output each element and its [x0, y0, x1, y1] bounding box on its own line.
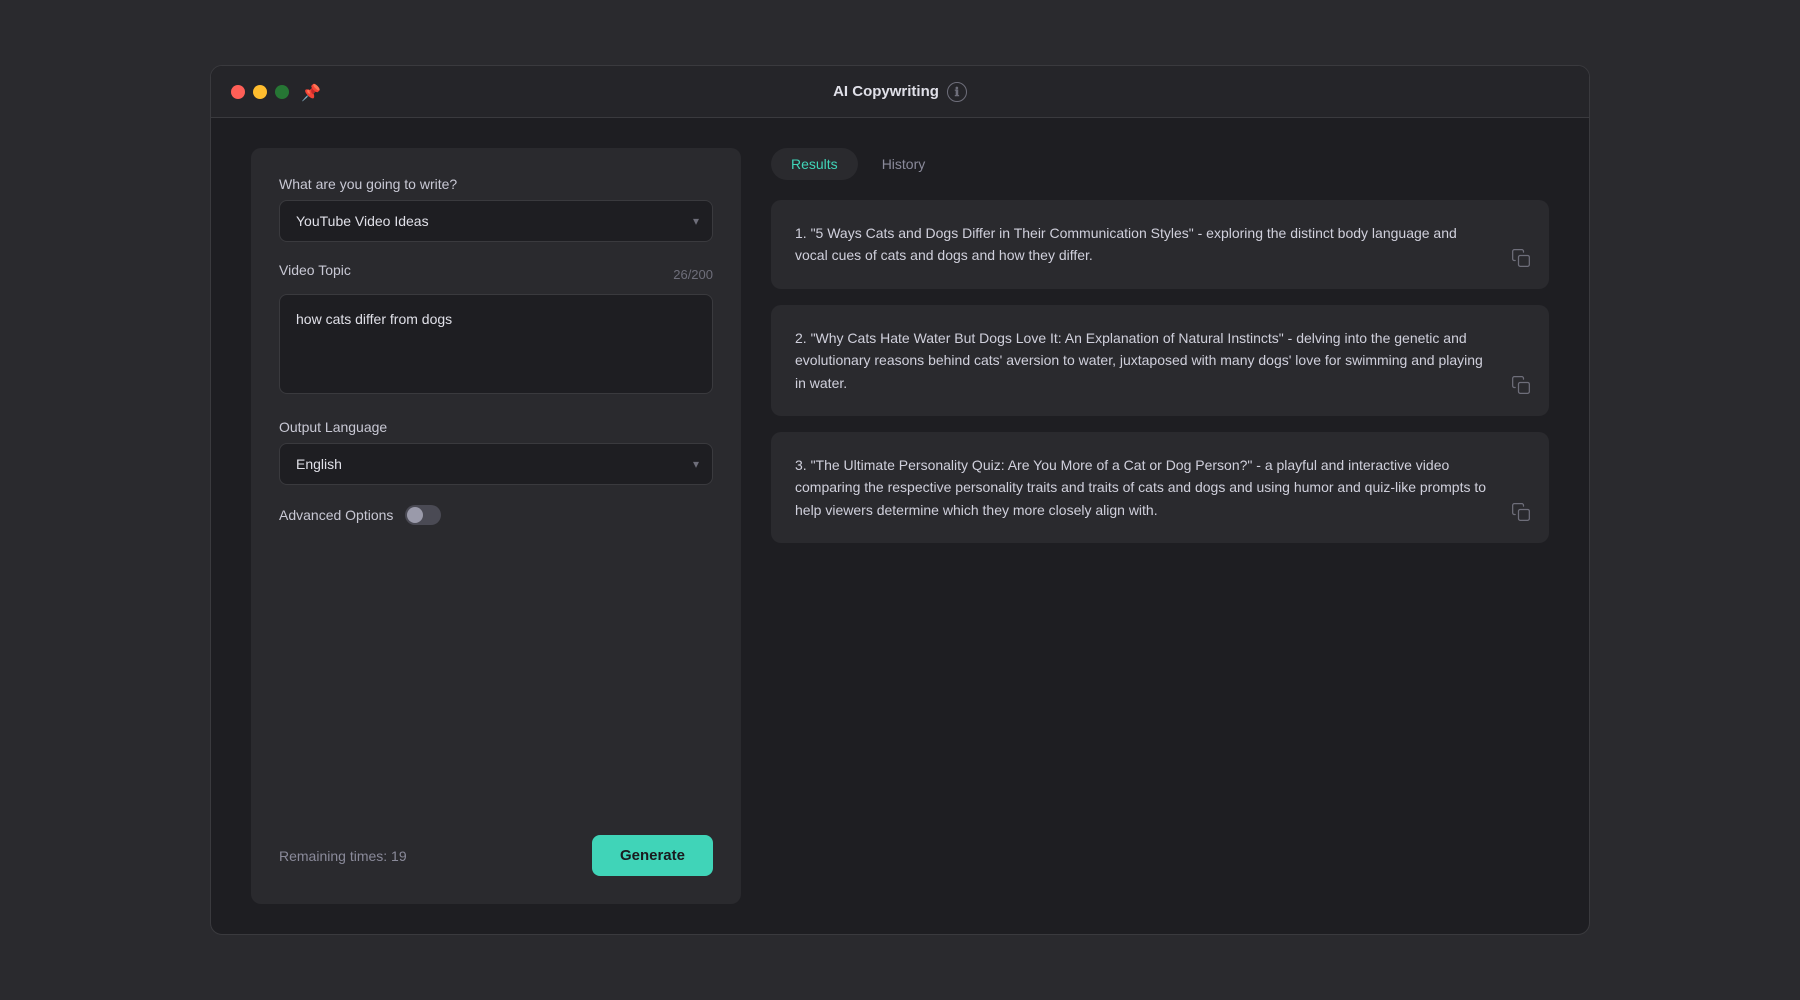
app-title: AI Copywriting [833, 83, 939, 100]
info-icon[interactable]: ℹ [947, 82, 967, 102]
window-controls: 📌 [231, 83, 319, 101]
right-panel: Results History 1. "5 Ways Cats and Dogs… [771, 148, 1549, 904]
toggle-thumb [407, 507, 423, 523]
char-count: 26/200 [673, 267, 713, 282]
copy-icon-3[interactable] [1511, 502, 1531, 527]
tab-results[interactable]: Results [771, 148, 858, 180]
output-language-dropdown-wrapper: English Spanish French German Chinese ▾ [279, 443, 713, 485]
video-topic-header: Video Topic 26/200 [279, 262, 713, 286]
result-card-2: 2. "Why Cats Hate Water But Dogs Love It… [771, 305, 1549, 416]
app-window: 📌 AI Copywriting ℹ What are you going to… [210, 65, 1590, 935]
copy-icon-2[interactable] [1511, 375, 1531, 400]
write-type-section: What are you going to write? YouTube Vid… [279, 176, 713, 242]
result-card-1: 1. "5 Ways Cats and Dogs Differ in Their… [771, 200, 1549, 289]
write-type-dropdown[interactable]: YouTube Video Ideas Blog Post Product De… [279, 200, 713, 242]
result-text-2: 2. "Why Cats Hate Water But Dogs Love It… [795, 327, 1525, 394]
left-panel: What are you going to write? YouTube Vid… [251, 148, 741, 904]
titlebar: 📌 AI Copywriting ℹ [211, 66, 1589, 118]
result-text-1: 1. "5 Ways Cats and Dogs Differ in Their… [795, 222, 1525, 267]
output-language-section: Output Language English Spanish French G… [279, 419, 713, 485]
write-type-dropdown-wrapper: YouTube Video Ideas Blog Post Product De… [279, 200, 713, 242]
advanced-options-label: Advanced Options [279, 507, 393, 523]
tab-history[interactable]: History [862, 148, 946, 180]
video-topic-input[interactable] [279, 294, 713, 394]
titlebar-title: AI Copywriting ℹ [833, 82, 967, 102]
results-list: 1. "5 Ways Cats and Dogs Differ in Their… [771, 200, 1549, 904]
minimize-button[interactable] [253, 85, 267, 99]
video-topic-section: Video Topic 26/200 [279, 262, 713, 399]
pin-icon[interactable]: 📌 [301, 83, 319, 101]
advanced-options-toggle[interactable] [405, 505, 441, 525]
video-topic-label: Video Topic [279, 262, 351, 278]
generate-button[interactable]: Generate [592, 835, 713, 876]
tabs-row: Results History [771, 148, 1549, 180]
result-text-3: 3. "The Ultimate Personality Quiz: Are Y… [795, 454, 1525, 521]
output-language-label: Output Language [279, 419, 713, 435]
main-content: What are you going to write? YouTube Vid… [211, 118, 1589, 934]
close-button[interactable] [231, 85, 245, 99]
copy-icon-1[interactable] [1511, 248, 1531, 273]
advanced-options-row: Advanced Options [279, 505, 713, 525]
output-language-dropdown[interactable]: English Spanish French German Chinese [279, 443, 713, 485]
write-type-label: What are you going to write? [279, 176, 713, 192]
maximize-button[interactable] [275, 85, 289, 99]
remaining-times: Remaining times: 19 [279, 848, 407, 864]
result-card-3: 3. "The Ultimate Personality Quiz: Are Y… [771, 432, 1549, 543]
footer-row: Remaining times: 19 Generate [279, 825, 713, 876]
